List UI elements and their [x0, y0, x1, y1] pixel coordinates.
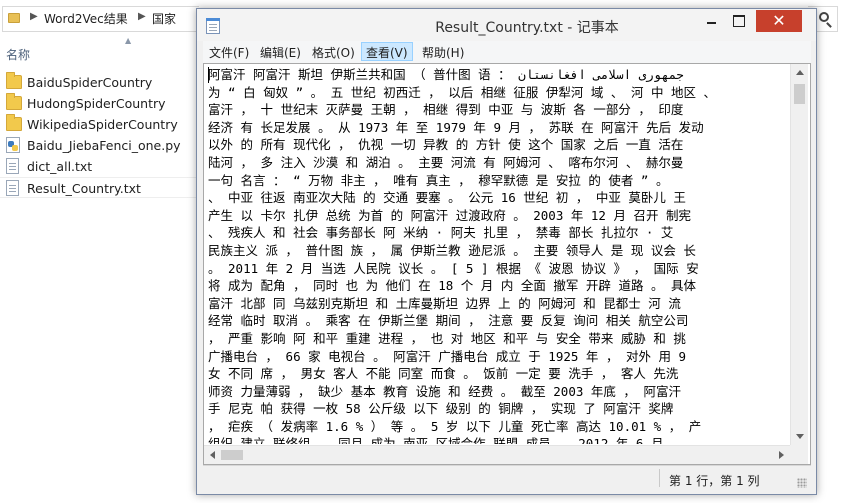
minimize-button[interactable] — [698, 10, 725, 32]
text-line[interactable]: 广播电台 ， 66 家 电视台 。 阿富汗 广播电台 成立 于 1925 年 ，… — [208, 348, 788, 366]
text-line[interactable]: 陆河 ， 多 注入 沙漠 和 湖泊 。 主要 河流 有 阿姆河 、 喀布尔河 、… — [208, 154, 788, 172]
folder-icon — [6, 72, 22, 89]
text-line[interactable]: 富汗 北部 同 乌兹别克斯坦 和 土库曼斯坦 边界 上 的 阿姆河 和 昆都士 … — [208, 295, 788, 313]
text-line[interactable]: 女 不同 席 ， 男女 客人 不能 同室 而食 。 饭前 一定 要 洗手 ， 客… — [208, 365, 788, 383]
text-editor[interactable]: 阿富汗 阿富汗 斯坦 伊斯兰共和国 （ 普什图 语 ： جمهوری اسلام… — [203, 63, 811, 465]
text-line[interactable]: 经常 临时 取消 。 乘客 在 伊斯兰堡 期间 ， 注意 要 反复 询问 相关 … — [208, 312, 788, 330]
text-caret — [208, 67, 209, 83]
text-line[interactable]: 经济 有 长足发展 。 从 1973 年 至 1979 年 9 月 ， 苏联 在… — [208, 119, 788, 137]
menu-format[interactable]: 格式(O) — [308, 42, 359, 61]
text-file-icon — [6, 180, 19, 196]
python-file-icon — [6, 137, 20, 153]
scroll-down-arrow-icon[interactable] — [796, 434, 804, 439]
resize-grip-icon[interactable] — [797, 478, 807, 488]
column-header[interactable]: ▲ 名称 — [0, 36, 200, 66]
breadcrumb-item-country[interactable]: 国家 — [152, 10, 176, 27]
scroll-up-arrow-icon[interactable] — [796, 70, 804, 75]
breadcrumb-chevron-icon[interactable]: ▶ — [138, 11, 146, 22]
status-divider — [659, 469, 660, 487]
text-line[interactable]: 组织 建立 联络组 ， 同月 成为 南亚 区域合作 联盟 成员 。 2012 年… — [208, 435, 788, 444]
text-line[interactable]: 民族主义 派 ， 普什图 族 ， 属 伊斯兰教 逊尼派 。 主要 领导人 是 现… — [208, 242, 788, 260]
folder-icon — [6, 114, 22, 131]
list-item-hudongspidercountry[interactable]: HudongSpiderCountry — [0, 93, 200, 114]
text-line[interactable]: 将 成为 配角 ， 同时 也 为 他们 在 18 个 月 内 全面 撤军 开辟 … — [208, 277, 788, 295]
window-title: Result_Country.txt - 记事本 — [435, 20, 619, 36]
text-line[interactable]: 阿富汗 阿富汗 斯坦 伊斯兰共和国 （ 普什图 语 ： جمهوری اسلام… — [208, 66, 788, 84]
maximize-button[interactable] — [725, 10, 752, 32]
scroll-left-arrow-icon[interactable] — [210, 451, 215, 459]
menu-view[interactable]: 查看(V) — [361, 42, 413, 61]
list-item-label: dict_all.txt — [27, 159, 93, 174]
status-bar: 第 1 行，第 1 列 — [203, 465, 811, 491]
title-bar[interactable]: Result_Country.txt - 记事本 ✕ — [197, 9, 816, 41]
folder-mini-icon — [8, 13, 20, 23]
scrollbar-corner — [790, 445, 808, 464]
menu-file[interactable]: 文件(F) — [205, 42, 253, 61]
text-file-icon — [6, 158, 19, 174]
list-item-label: WikipediaSpiderCountry — [27, 117, 178, 132]
text-line[interactable]: 为 “ 白 匈奴 ” 。 五 世纪 初西迁 ， 以后 相继 征服 伊犁河 域 、… — [208, 84, 788, 102]
menu-edit[interactable]: 编辑(E) — [256, 42, 305, 61]
breadcrumb-chevron-icon[interactable]: ▶ — [30, 11, 38, 22]
menu-bar: 文件(F) 编辑(E) 格式(O) 查看(V) 帮助(H) — [203, 41, 811, 63]
scroll-right-arrow-icon[interactable] — [779, 451, 784, 459]
list-item-label: Result_Country.txt — [27, 181, 141, 196]
text-line[interactable]: 、 中亚 往返 南亚次大陆 的 交通 要塞 。 公元 16 世纪 初 ， 中亚 … — [208, 189, 788, 207]
editor-text-area[interactable]: 阿富汗 阿富汗 斯坦 伊斯兰共和国 （ 普什图 语 ： جمهوری اسلام… — [208, 66, 788, 444]
horizontal-scroll-thumb[interactable] — [221, 450, 243, 460]
text-line[interactable]: ， 严重 影响 阿 和平 重建 进程 ， 也 对 地区 和平 与 安全 带来 威… — [208, 330, 788, 348]
close-button[interactable]: ✕ — [756, 10, 802, 32]
notepad-app-icon[interactable] — [206, 18, 220, 34]
list-item-label: HudongSpiderCountry — [27, 96, 166, 111]
text-line[interactable]: 手 尼克 帕 获得 一枚 58 公斤级 以下 级别 的 铜牌 ， 实现 了 阿富… — [208, 400, 788, 418]
text-line[interactable]: 富汗 ， 十 世纪末 灭萨曼 王朝 ， 相继 得到 中亚 与 波斯 各 一部分 … — [208, 101, 788, 119]
breadcrumb-item-word2vec[interactable]: Word2Vec结果 — [44, 10, 128, 27]
menu-help[interactable]: 帮助(H) — [418, 42, 468, 61]
file-list: BaiduSpiderCountry HudongSpiderCountry W… — [0, 72, 200, 198]
text-line[interactable]: 一句 名言 ： “ 万物 非主 ， 唯有 真主 ， 穆罕默德 是 安拉 的 使者… — [208, 172, 788, 190]
list-item-baiduspidercountry[interactable]: BaiduSpiderCountry — [0, 72, 200, 93]
text-line[interactable]: ， 疟疾 （ 发病率 1.6 % ） 等 。 5 岁 以下 儿童 死亡率 高达 … — [208, 418, 788, 436]
vertical-scroll-thumb[interactable] — [794, 84, 805, 104]
text-line[interactable]: 。 2011 年 2 月 当选 人民院 议长 。 [ 5 ] 根据 《 波恩 协… — [208, 260, 788, 278]
list-item-label: Baidu_JiebaFenci_one.py — [27, 138, 181, 153]
column-header-name[interactable]: 名称 — [6, 46, 30, 63]
list-item-result-country-txt[interactable]: Result_Country.txt — [0, 177, 200, 198]
list-item-label: BaiduSpiderCountry — [27, 75, 153, 90]
list-item-dict-all-txt[interactable]: dict_all.txt — [0, 156, 200, 177]
list-item-baidu-jiebafenci-py[interactable]: Baidu_JiebaFenci_one.py — [0, 135, 200, 156]
text-line[interactable]: 以外 的 所有 现代化 ， 仇视 一切 异教 的 方针 使 这个 国家 之后 一… — [208, 136, 788, 154]
horizontal-scrollbar[interactable] — [204, 445, 790, 464]
folder-icon — [6, 93, 22, 110]
list-item-wikipediaspidercountry[interactable]: WikipediaSpiderCountry — [0, 114, 200, 135]
text-line[interactable]: 师资 力量薄弱 ， 缺少 基本 教育 设施 和 经费 。 截至 2003 年底 … — [208, 383, 788, 401]
cursor-position: 第 1 行，第 1 列 — [669, 474, 760, 488]
text-line[interactable]: 产生 以 卡尔 扎伊 总统 为首 的 阿富汗 过渡政府 。 2003 年 12 … — [208, 207, 788, 225]
search-icon[interactable] — [819, 12, 829, 22]
vertical-scrollbar[interactable] — [790, 64, 808, 445]
sort-up-icon: ▲ — [125, 36, 132, 45]
text-line[interactable]: 、 残疾人 和 社会 事务部长 阿 米纳 · 阿夫 扎里 ， 禁毒 部长 扎拉尔… — [208, 224, 788, 242]
notepad-window: Result_Country.txt - 记事本 ✕ 文件(F) 编辑(E) 格… — [196, 8, 817, 495]
